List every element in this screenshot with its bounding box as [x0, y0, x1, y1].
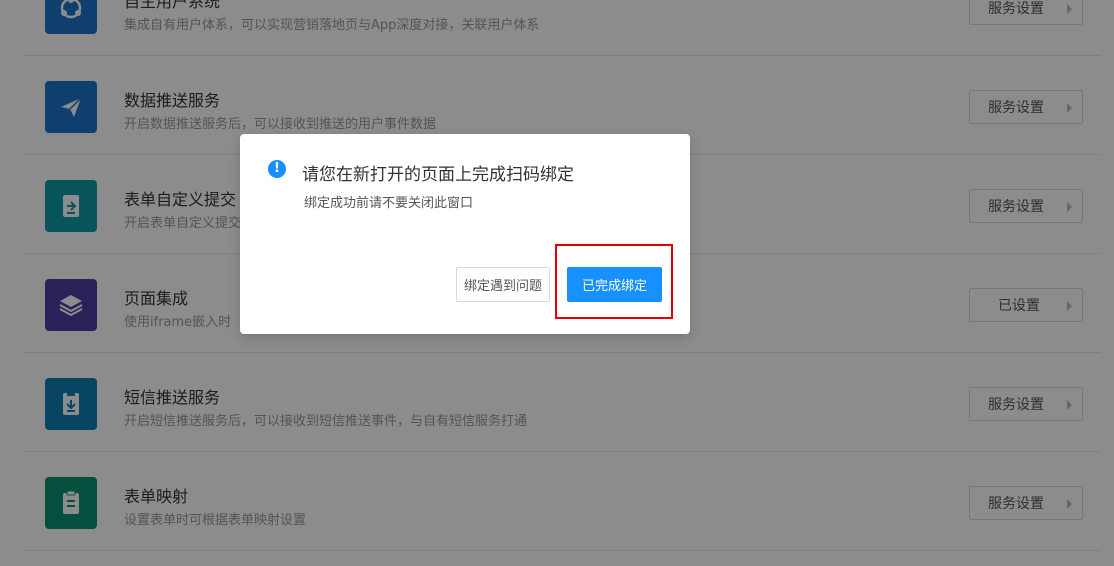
highlight-box — [555, 244, 673, 319]
dialog-subtitle: 绑定成功前请不要关闭此窗口 — [304, 196, 474, 211]
exclamation-icon: ! — [268, 160, 286, 178]
dialog-title: 请您在新打开的页面上完成扫码绑定 — [302, 165, 574, 185]
binding-problem-button[interactable]: 绑定遇到问题 — [456, 267, 550, 302]
